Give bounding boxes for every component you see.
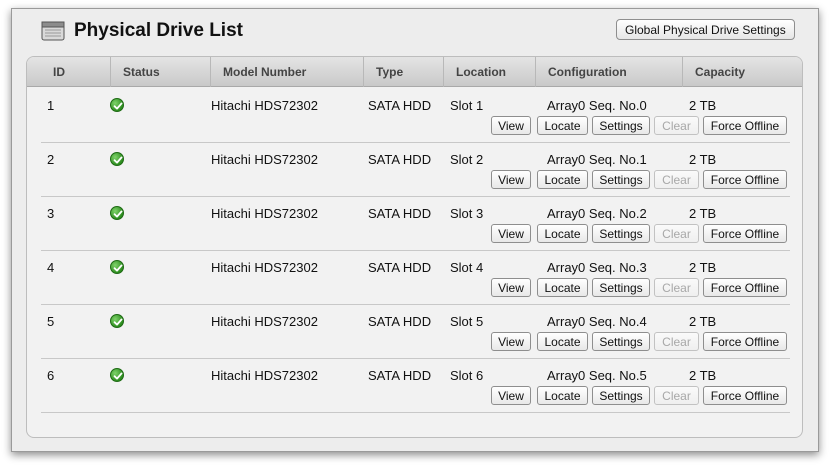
table-row: 6 Hitachi HDS72302 SATA HDD Slot 6 Array… [41, 359, 790, 413]
column-header-id[interactable]: ID [41, 57, 65, 87]
drive-model: Hitachi HDS72302 [211, 314, 318, 329]
drive-configuration: Array0 Seq. No.1 [547, 152, 647, 167]
drive-model: Hitachi HDS72302 [211, 260, 318, 275]
drive-model: Hitachi HDS72302 [211, 368, 318, 383]
column-header-type[interactable]: Type [363, 57, 403, 87]
view-button[interactable]: View [491, 278, 531, 297]
locate-button[interactable]: Locate [537, 278, 588, 297]
table-row: 3 Hitachi HDS72302 SATA HDD Slot 3 Array… [41, 197, 790, 251]
drive-id: 5 [47, 314, 55, 329]
force-offline-button[interactable]: Force Offline [703, 386, 787, 405]
table-row: 4 Hitachi HDS72302 SATA HDD Slot 4 Array… [41, 251, 790, 305]
force-offline-button[interactable]: Force Offline [703, 278, 787, 297]
drive-type: SATA HDD [368, 98, 432, 113]
drive-id: 4 [47, 260, 55, 275]
drive-configuration: Array0 Seq. No.3 [547, 260, 647, 275]
clear-button[interactable]: Clear [654, 170, 699, 189]
force-offline-button[interactable]: Force Offline [703, 224, 787, 243]
status-ok-icon [110, 98, 124, 112]
settings-button[interactable]: Settings [592, 224, 650, 243]
clear-button[interactable]: Clear [654, 332, 699, 351]
view-button[interactable]: View [491, 224, 531, 243]
force-offline-button[interactable]: Force Offline [703, 116, 787, 135]
drive-capacity: 2 TB [689, 152, 717, 167]
drive-location: Slot 2 [450, 152, 484, 167]
drive-type: SATA HDD [368, 152, 432, 167]
table-row: 1 Hitachi HDS72302 SATA HDD Slot 1 Array… [41, 89, 790, 143]
settings-button[interactable]: Settings [592, 386, 650, 405]
view-button[interactable]: View [491, 332, 531, 351]
drive-type: SATA HDD [368, 260, 432, 275]
status-ok-icon [110, 152, 124, 166]
column-header-capacity[interactable]: Capacity [682, 57, 745, 87]
physical-drive-list-window: Physical Drive List Global Physical Driv… [11, 8, 819, 452]
drive-capacity: 2 TB [689, 368, 717, 383]
hard-drive-icon [40, 18, 66, 44]
drive-configuration: Array0 Seq. No.2 [547, 206, 647, 221]
settings-button[interactable]: Settings [592, 116, 650, 135]
drive-capacity: 2 TB [689, 98, 717, 113]
clear-button[interactable]: Clear [654, 386, 699, 405]
locate-button[interactable]: Locate [537, 224, 588, 243]
drive-type: SATA HDD [368, 314, 432, 329]
settings-button[interactable]: Settings [592, 278, 650, 297]
status-ok-icon [110, 260, 124, 274]
drive-model: Hitachi HDS72302 [211, 206, 318, 221]
table-row: 5 Hitachi HDS72302 SATA HDD Slot 5 Array… [41, 305, 790, 359]
column-header-location[interactable]: Location [443, 57, 506, 87]
force-offline-button[interactable]: Force Offline [703, 332, 787, 351]
drive-location: Slot 1 [450, 98, 484, 113]
drive-table: ID Status Model Number Type Location Con… [26, 56, 803, 438]
clear-button[interactable]: Clear [654, 116, 699, 135]
global-physical-drive-settings-button[interactable]: Global Physical Drive Settings [616, 19, 795, 40]
clear-button[interactable]: Clear [654, 278, 699, 297]
drive-capacity: 2 TB [689, 206, 717, 221]
locate-button[interactable]: Locate [537, 332, 588, 351]
drive-model: Hitachi HDS72302 [211, 152, 318, 167]
drive-location: Slot 6 [450, 368, 484, 383]
status-ok-icon [110, 314, 124, 328]
drive-id: 6 [47, 368, 55, 383]
view-button[interactable]: View [491, 386, 531, 405]
drive-id: 3 [47, 206, 55, 221]
drive-configuration: Array0 Seq. No.0 [547, 98, 647, 113]
locate-button[interactable]: Locate [537, 170, 588, 189]
locate-button[interactable]: Locate [537, 386, 588, 405]
locate-button[interactable]: Locate [537, 116, 588, 135]
drive-type: SATA HDD [368, 206, 432, 221]
status-ok-icon [110, 368, 124, 382]
column-header-configuration[interactable]: Configuration [535, 57, 627, 87]
force-offline-button[interactable]: Force Offline [703, 170, 787, 189]
drive-location: Slot 4 [450, 260, 484, 275]
drive-id: 2 [47, 152, 55, 167]
status-ok-icon [110, 206, 124, 220]
drive-model: Hitachi HDS72302 [211, 98, 318, 113]
column-header-model-number[interactable]: Model Number [210, 57, 306, 87]
drive-id: 1 [47, 98, 55, 113]
page-title: Physical Drive List [74, 20, 243, 41]
settings-button[interactable]: Settings [592, 332, 650, 351]
drive-configuration: Array0 Seq. No.4 [547, 314, 647, 329]
table-row: 2 Hitachi HDS72302 SATA HDD Slot 2 Array… [41, 143, 790, 197]
drive-capacity: 2 TB [689, 260, 717, 275]
drive-type: SATA HDD [368, 368, 432, 383]
view-button[interactable]: View [491, 116, 531, 135]
settings-button[interactable]: Settings [592, 170, 650, 189]
drive-location: Slot 5 [450, 314, 484, 329]
clear-button[interactable]: Clear [654, 224, 699, 243]
column-header-status[interactable]: Status [110, 57, 160, 87]
drive-configuration: Array0 Seq. No.5 [547, 368, 647, 383]
view-button[interactable]: View [491, 170, 531, 189]
drive-capacity: 2 TB [689, 314, 717, 329]
table-header: ID Status Model Number Type Location Con… [27, 57, 802, 87]
drive-location: Slot 3 [450, 206, 484, 221]
